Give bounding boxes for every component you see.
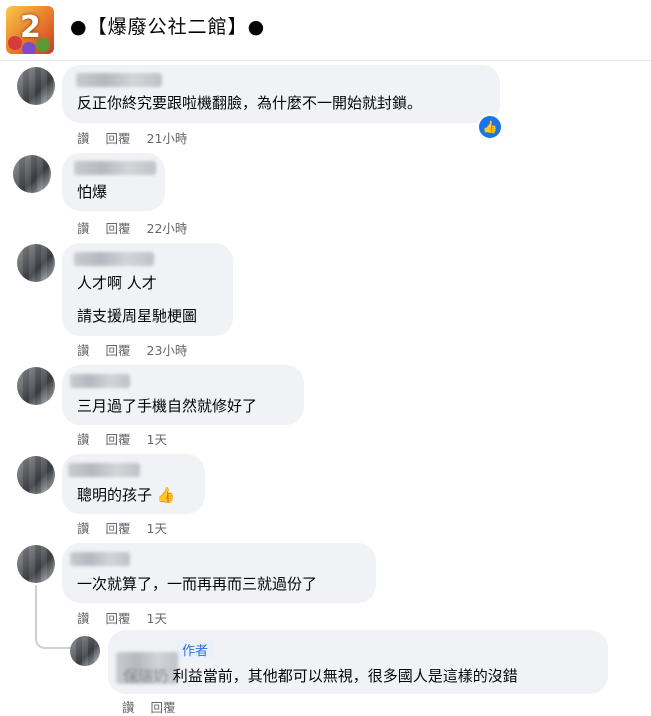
comment-time[interactable]: 1天 — [147, 608, 167, 627]
like-link[interactable]: 讚 — [77, 218, 90, 237]
comment-actions: 讚回覆 1天 — [77, 608, 183, 627]
avatar[interactable] — [17, 545, 55, 583]
like-link[interactable]: 讚 — [77, 518, 90, 537]
author-badge: 作者 — [176, 640, 215, 659]
reply-link[interactable]: 回覆 — [106, 429, 131, 448]
comment-actions: 讚回覆 1天 — [77, 518, 183, 537]
comment-text: 怕爆 — [77, 183, 108, 201]
reply-name-fragment: 保瑞奶 — [123, 667, 169, 685]
thumbs-up-emoji-icon: 👍 — [156, 486, 176, 504]
comment-time[interactable]: 21小時 — [147, 128, 188, 147]
reply-link[interactable]: 回覆 — [106, 608, 131, 627]
comment-text: 三月過了手機自然就修好了 — [77, 397, 258, 415]
reply-link[interactable]: 回覆 — [106, 518, 131, 537]
group-header: 2 ●【爆廢公社二館】● — [0, 0, 651, 61]
reply-text-body: 利益當前，其他都可以無視，很多國人是這樣的沒錯 — [172, 667, 518, 685]
avatar[interactable] — [13, 155, 51, 193]
group-logo-number: 2 — [20, 10, 41, 45]
comment-bubble: 人才啊 人才 請支援周星馳梗圖 — [62, 243, 233, 336]
commenter-name[interactable] — [70, 552, 130, 566]
comment-time[interactable]: 23小時 — [147, 340, 188, 359]
comment-text: 聰明的孩子 👍 — [77, 485, 175, 505]
commenter-name[interactable] — [74, 161, 156, 175]
reply-link[interactable]: 回覆 — [106, 340, 131, 359]
comment-text: 請支援周星馳梗圖 — [77, 307, 198, 325]
comment-bubble: 三月過了手機自然就修好了 — [62, 365, 304, 425]
reply-link[interactable]: 回覆 — [106, 218, 131, 237]
like-link[interactable]: 讚 — [77, 128, 90, 147]
reply-thread-line — [35, 585, 71, 649]
thumbs-up-icon[interactable]: 👍 — [477, 114, 503, 140]
comment-time[interactable]: 1天 — [147, 518, 167, 537]
comment-bubble: 一次就算了，一而再再而三就過份了 — [62, 543, 376, 603]
reply-link[interactable]: 回覆 — [106, 128, 131, 147]
like-link[interactable]: 讚 — [77, 608, 90, 627]
comment-bubble: 怕爆 — [62, 153, 165, 211]
group-logo[interactable]: 2 — [6, 6, 54, 54]
reply-text: 保瑞奶 利益當前，其他都可以無視，很多國人是這樣的沒錯 — [123, 666, 518, 686]
comment-text: 反正你終究要跟啦機翻臉，為什麼不一開始就封鎖。 — [77, 94, 423, 112]
commenter-name[interactable] — [68, 463, 140, 477]
like-link[interactable]: 讚 — [77, 340, 90, 359]
commenter-name[interactable] — [74, 252, 154, 266]
reply-bubble: 作者 保瑞奶 利益當前，其他都可以無視，很多國人是這樣的沒錯 — [108, 630, 608, 694]
like-link[interactable]: 讚 — [122, 697, 135, 716]
avatar[interactable] — [17, 244, 55, 282]
avatar[interactable] — [17, 456, 55, 494]
avatar[interactable] — [17, 67, 55, 105]
comment-bubble: 反正你終究要跟啦機翻臉，為什麼不一開始就封鎖。 — [62, 65, 500, 123]
comment-actions: 讚回覆 23小時 — [77, 340, 203, 359]
comment-actions: 讚回覆 1天 — [77, 429, 183, 448]
avatar[interactable] — [17, 367, 55, 405]
group-title[interactable]: ●【爆廢公社二館】● — [70, 14, 265, 40]
commenter-name[interactable] — [70, 374, 130, 388]
reply-link[interactable]: 回覆 — [151, 697, 176, 716]
like-link[interactable]: 讚 — [77, 429, 90, 448]
comment-bubble: 聰明的孩子 👍 — [62, 454, 205, 514]
commenter-name[interactable] — [76, 73, 162, 87]
comment-text: 一次就算了，一而再再而三就過份了 — [77, 575, 318, 593]
comment-time[interactable]: 22小時 — [147, 218, 188, 237]
comment-text-body: 聰明的孩子 — [77, 486, 153, 504]
avatar[interactable] — [70, 636, 100, 666]
comment-actions: 讚回覆 22小時 — [77, 218, 203, 237]
comment-time[interactable]: 1天 — [147, 429, 167, 448]
comment-actions: 讚回覆 21小時 — [77, 128, 203, 147]
comment-text: 人才啊 人才 — [77, 274, 157, 292]
reply-actions: 讚回覆 — [122, 697, 192, 716]
